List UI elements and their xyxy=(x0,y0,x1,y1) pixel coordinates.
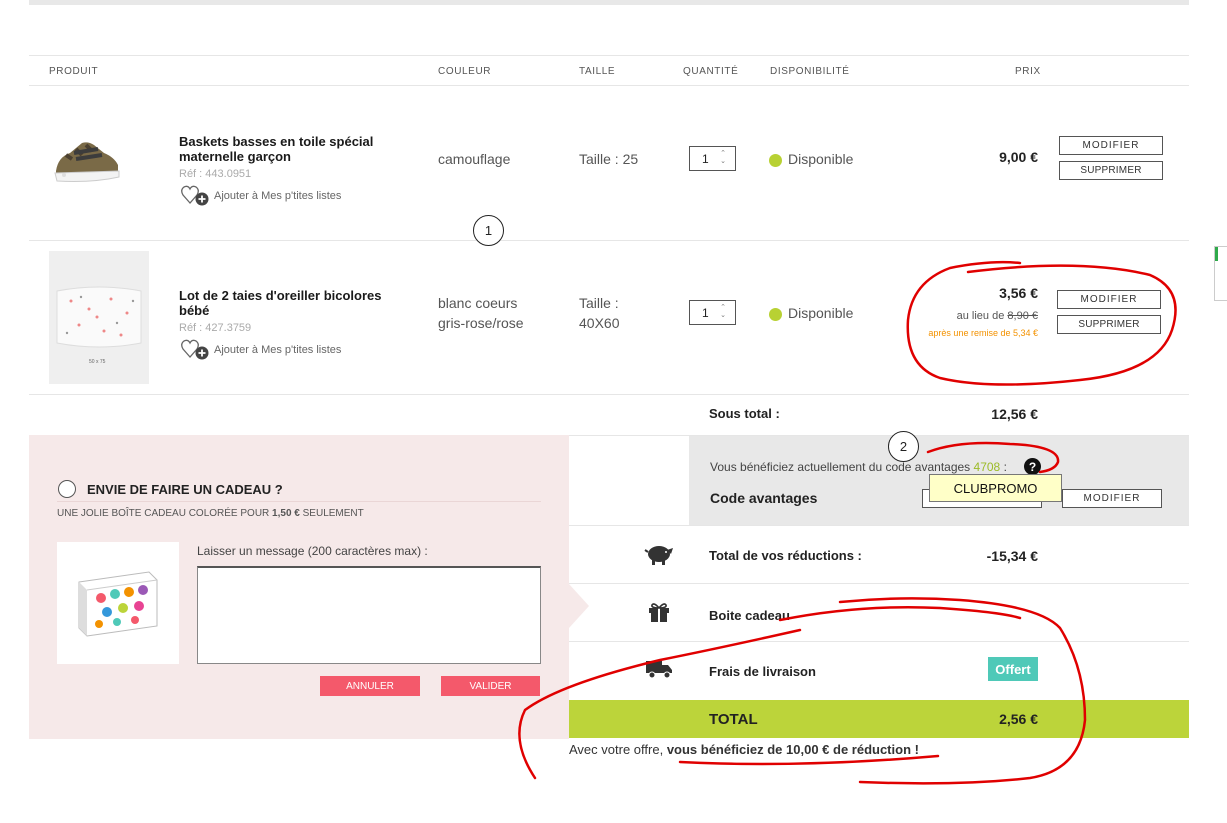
total-label: TOTAL xyxy=(709,711,758,728)
availability-dot-icon xyxy=(769,153,782,167)
total-bar xyxy=(569,700,1189,738)
subtotal-value: 12,56 € xyxy=(991,406,1038,422)
modify-button[interactable]: MODIFIER xyxy=(1059,136,1163,155)
reductions-label: Total de vos réductions : xyxy=(709,548,862,563)
promo-code-label: Code avantages xyxy=(710,490,818,506)
radio-icon[interactable] xyxy=(58,480,76,498)
availability-label: Disponible xyxy=(788,151,854,167)
heart-plus-icon xyxy=(181,339,209,360)
product-color: blanc coeurs gris-rose/rose xyxy=(438,293,524,333)
delivery-label: Frais de livraison xyxy=(709,664,816,679)
availability: Disponible xyxy=(769,303,853,323)
divider xyxy=(29,55,1189,56)
old-price: 8,90 € xyxy=(1007,310,1038,322)
delivery-offert-badge: Offert xyxy=(988,657,1038,681)
image-caption: 50 x 75 xyxy=(89,359,106,365)
quantity-value: 1 xyxy=(702,151,709,166)
gift-title[interactable]: ENVIE DE FAIRE UN CADEAU ? xyxy=(87,482,283,497)
delete-button[interactable]: SUPPRIMER xyxy=(1059,161,1163,180)
product-color: camouflage xyxy=(438,151,511,167)
product-price: 9,00 € xyxy=(999,149,1038,165)
promo-code-value: 4708 xyxy=(973,460,1001,474)
promo-code-text: Vous bénéficiez actuellement du code ava… xyxy=(710,460,1007,474)
offer-text-before: Avec votre offre, xyxy=(569,742,664,757)
product-size: Taille : 25 xyxy=(579,151,639,167)
modify-button[interactable]: MODIFIER xyxy=(1057,290,1161,309)
annotation-stroke-mid xyxy=(778,605,1022,622)
divider xyxy=(29,394,1189,395)
piggy-bank-icon xyxy=(644,546,673,565)
gift-subtitle-after: SEULEMENT xyxy=(302,508,364,519)
gift-box-image xyxy=(57,542,179,664)
product-size: Taille : 40X60 xyxy=(579,293,619,333)
quantity-stepper[interactable]: 1 ⌃ ⌄ xyxy=(689,300,736,325)
product-image-sneakers[interactable] xyxy=(52,135,122,185)
promo-modify-button[interactable]: MODIFIER xyxy=(1062,489,1162,508)
instead-of-label: au lieu de xyxy=(956,310,1005,322)
stepper-arrows-icon[interactable]: ⌃ ⌄ xyxy=(720,304,726,320)
wishlist-link[interactable]: Ajouter à Mes p'tites listes xyxy=(180,185,341,207)
availability-label: Disponible xyxy=(788,305,854,321)
header-taille: TAILLE xyxy=(579,66,616,77)
help-icon[interactable]: ? xyxy=(1024,458,1041,475)
subtotal-label: Sous total : xyxy=(709,406,780,421)
panel-pointer xyxy=(569,584,589,628)
header-couleur: COULEUR xyxy=(438,66,492,77)
wishlist-link[interactable]: Ajouter à Mes p'tites listes xyxy=(180,339,341,361)
truck-icon xyxy=(646,661,672,679)
gift-subtitle: UNE JOLIE BOÎTE CADEAU COLORÉE POUR 1,50… xyxy=(57,508,364,519)
total-value: 2,56 € xyxy=(999,711,1038,727)
validate-button[interactable]: VALIDER xyxy=(441,676,540,696)
header-quantite: QUANTITÉ xyxy=(683,66,739,77)
giftbox-label: Boite cadeau xyxy=(709,608,790,623)
quantity-value: 1 xyxy=(702,305,709,320)
header-prix: PRIX xyxy=(1015,66,1041,77)
promo-code-colon: : xyxy=(1003,460,1007,474)
side-widget[interactable] xyxy=(1214,246,1227,301)
divider xyxy=(569,525,1189,526)
product-color-line1: blanc coeurs xyxy=(438,295,518,311)
gift-subtitle-price: 1,50 € xyxy=(272,508,300,519)
divider xyxy=(569,641,1189,642)
message-label: Laisser un message (200 caractères max) … xyxy=(197,544,428,558)
gift-message-textarea[interactable] xyxy=(197,566,541,664)
quantity-stepper[interactable]: 1 ⌃ ⌄ xyxy=(689,146,736,171)
divider xyxy=(57,501,541,502)
annotation-marker-1: 1 xyxy=(473,215,504,246)
divider xyxy=(29,240,1189,241)
old-price-line: au lieu de 8,90 € xyxy=(900,310,1038,322)
product-color-line2: gris-rose/rose xyxy=(438,315,524,331)
delete-button[interactable]: SUPPRIMER xyxy=(1057,315,1161,334)
product-image-pillowcase[interactable]: 50 x 75 xyxy=(49,251,149,384)
product-price: 3,56 € xyxy=(999,285,1038,301)
annotation-marker-2: 2 xyxy=(888,431,919,462)
divider xyxy=(29,85,1189,86)
product-ref: Réf : 443.0951 xyxy=(179,168,252,180)
gift-subtitle-before: UNE JOLIE BOÎTE CADEAU COLORÉE POUR xyxy=(57,508,270,519)
header-produit: PRODUIT xyxy=(49,66,99,77)
product-size-line1: Taille : xyxy=(579,295,619,311)
availability: Disponible xyxy=(769,149,853,169)
offer-savings-text: Avec votre offre, vous bénéficiez de 10,… xyxy=(569,742,919,757)
discount-note: après une remise de 5,34 € xyxy=(928,328,1038,338)
wishlist-label: Ajouter à Mes p'tites listes xyxy=(214,190,342,202)
stepper-arrows-icon[interactable]: ⌃ ⌄ xyxy=(720,150,726,166)
promo-code-text-before: Vous bénéficiez actuellement du code ava… xyxy=(710,460,971,474)
divider xyxy=(569,583,1189,584)
product-name[interactable]: Lot de 2 taies d'oreiller bicolores bébé xyxy=(179,288,399,318)
header-disponibilite: DISPONIBILITÉ xyxy=(770,66,850,77)
offer-text-bold: vous bénéficiez de 10,00 € de réduction … xyxy=(666,742,919,757)
gift-icon xyxy=(649,603,669,622)
cancel-button[interactable]: ANNULER xyxy=(320,676,420,696)
wishlist-label: Ajouter à Mes p'tites listes xyxy=(214,344,342,356)
product-size-line2: 40X60 xyxy=(579,315,620,331)
product-ref: Réf : 427.3759 xyxy=(179,322,252,334)
heart-plus-icon xyxy=(181,185,209,206)
top-strip xyxy=(29,0,1189,5)
reductions-value: -15,34 € xyxy=(986,548,1038,564)
availability-dot-icon xyxy=(769,307,782,321)
annotation-underline xyxy=(678,754,940,766)
product-name[interactable]: Baskets basses en toile spécial maternel… xyxy=(179,134,399,164)
promo-tooltip: CLUBPROMO xyxy=(929,474,1062,502)
